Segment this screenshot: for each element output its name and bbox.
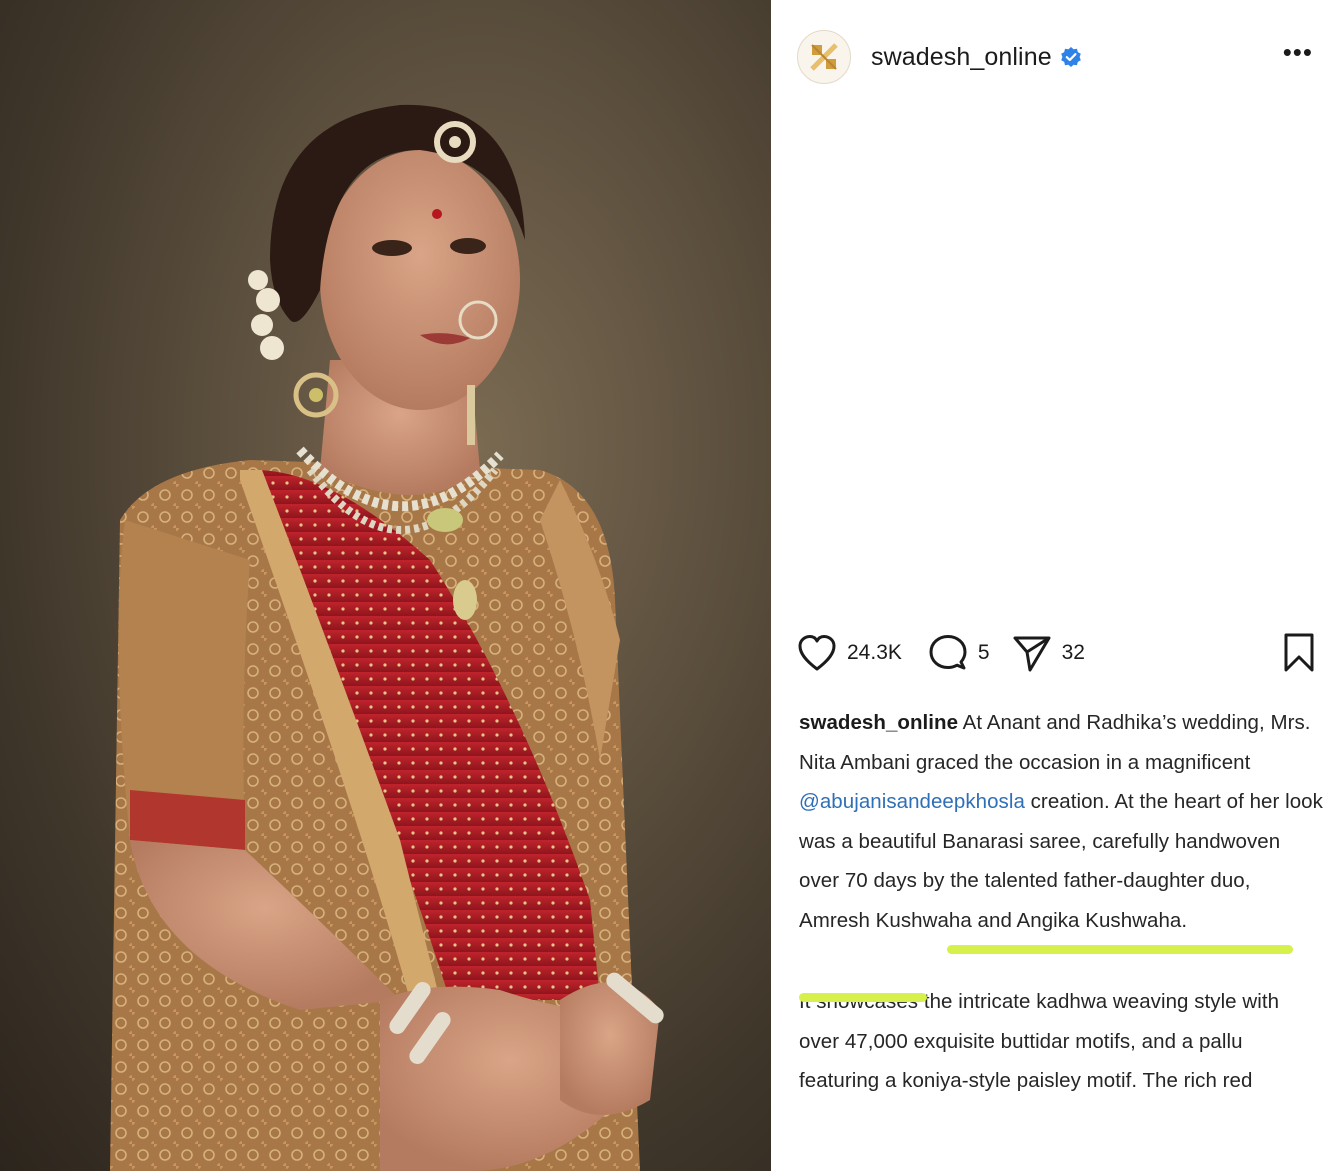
share-button[interactable]: 32 (1012, 633, 1085, 673)
comment-icon (929, 635, 967, 670)
highlight-underline (947, 945, 1293, 954)
instagram-post: swadesh_online ••• 24.3K 5 32 swadesh_on… (0, 0, 1343, 1171)
shares-count: 32 (1061, 641, 1085, 664)
post-header: swadesh_online ••• (797, 24, 1317, 90)
avatar[interactable] (797, 30, 851, 84)
more-options-button[interactable]: ••• (1283, 39, 1313, 65)
highlight-underline (799, 993, 927, 1002)
caption-paragraph: swadesh_online At Anant and Radhika’s we… (799, 703, 1324, 940)
action-bar: 24.3K 5 32 (797, 630, 1331, 676)
heart-icon (798, 635, 836, 671)
send-icon (1013, 636, 1051, 672)
brand-logo-icon (810, 43, 838, 71)
comments-count: 5 (977, 641, 990, 664)
like-button[interactable]: 24.3K (797, 634, 902, 672)
caption-username[interactable]: swadesh_online (799, 711, 958, 734)
bookmark-icon (1284, 633, 1314, 672)
save-button[interactable] (1283, 633, 1315, 673)
verified-badge-icon (1060, 46, 1082, 68)
caption-mention-link[interactable]: @abujanisandeepkhosla (799, 790, 1025, 813)
comment-button[interactable]: 5 (928, 633, 990, 673)
post-caption: swadesh_online At Anant and Radhika’s we… (799, 703, 1324, 1101)
post-username[interactable]: swadesh_online (871, 43, 1052, 72)
portrait-illustration (110, 104, 664, 1171)
likes-count: 24.3K (847, 641, 902, 664)
post-photo[interactable] (0, 0, 771, 1171)
post-side-panel: swadesh_online ••• 24.3K 5 32 swadesh_on… (771, 0, 1343, 1171)
